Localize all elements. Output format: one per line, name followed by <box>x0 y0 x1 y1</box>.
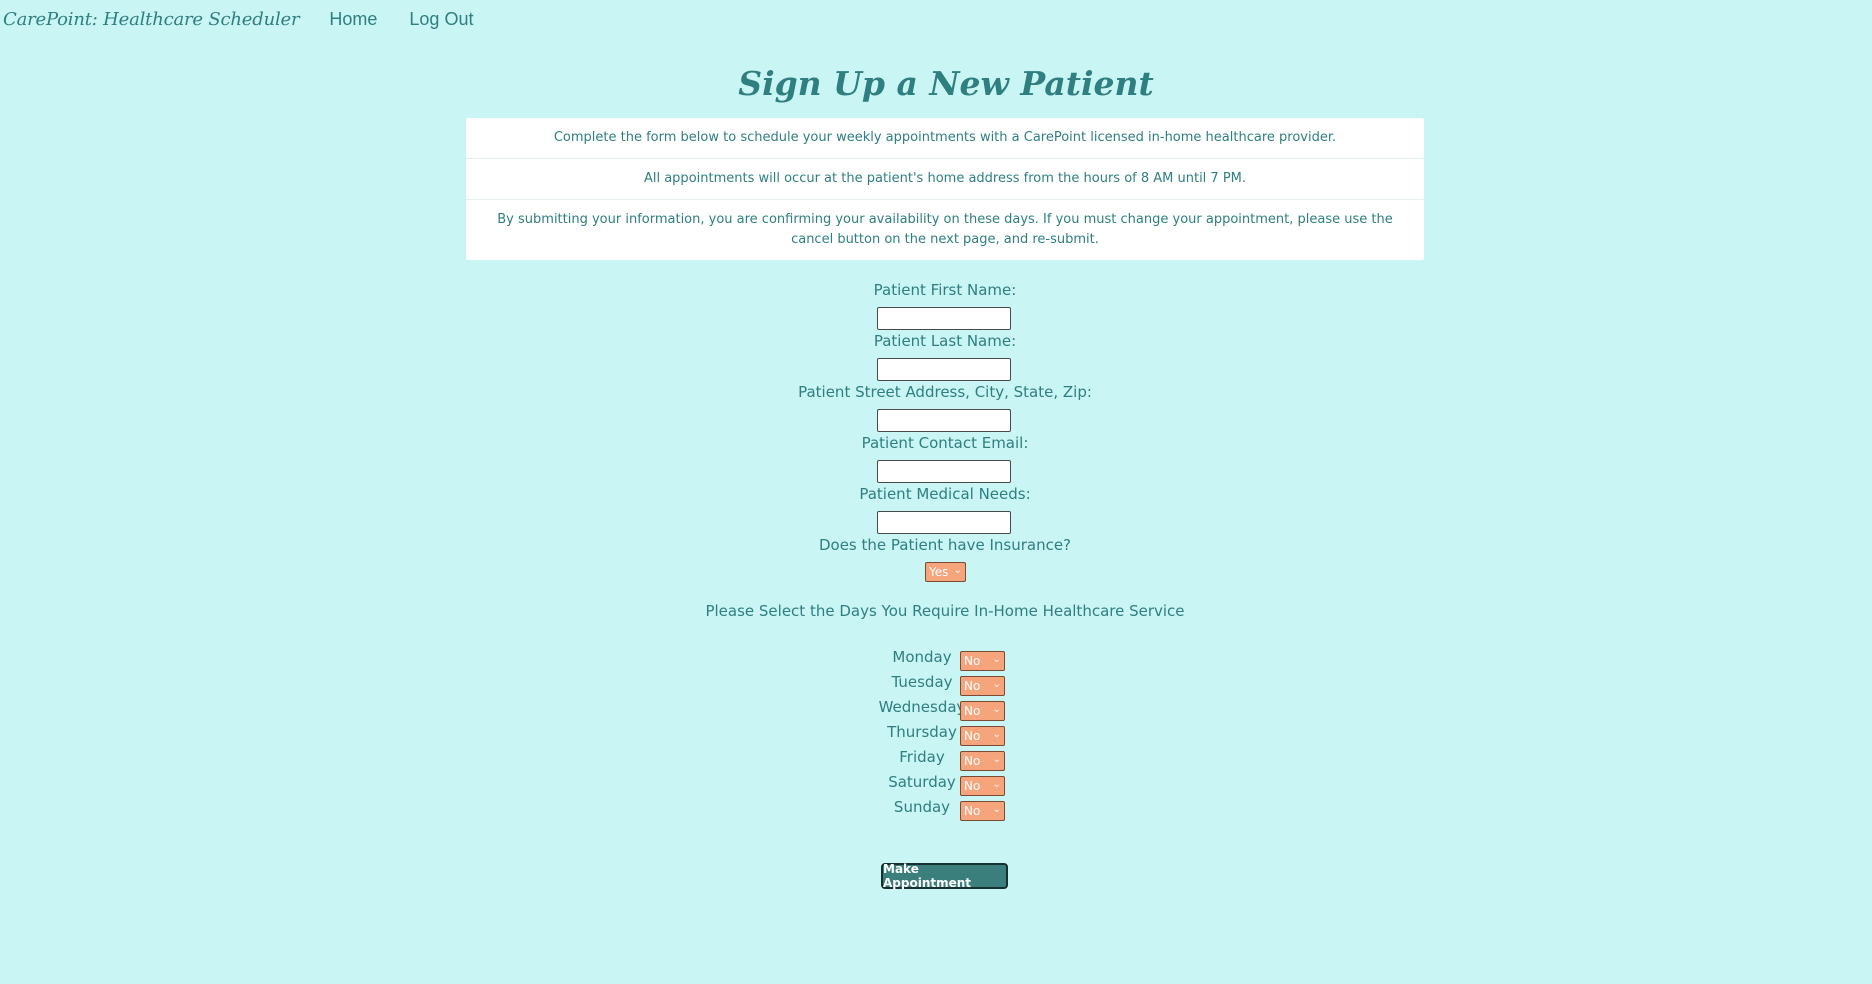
day-select-value: No <box>964 754 981 768</box>
day-select-value: No <box>964 654 981 668</box>
navbar: CarePoint: Healthcare Scheduler Home Log… <box>0 0 505 38</box>
address-label: Patient Street Address, City, State, Zip… <box>798 383 1092 401</box>
day-select-value: No <box>964 729 981 743</box>
day-label-wednesday: Wednesday <box>878 698 966 716</box>
nav-link-logout[interactable]: Log Out <box>409 9 473 30</box>
insurance-label: Does the Patient have Insurance? <box>818 536 1072 554</box>
chevron-down-icon: ⌄ <box>992 779 1001 790</box>
last-name-label: Patient Last Name: <box>873 332 1017 350</box>
chevron-down-icon: ⌄ <box>992 704 1001 715</box>
day-label-thursday: Thursday <box>887 723 957 741</box>
day-label-monday: Monday <box>892 648 952 666</box>
info-text-schedule: Complete the form below to schedule your… <box>466 118 1424 159</box>
insurance-select[interactable]: Yes ⌄ <box>925 562 966 582</box>
email-input[interactable] <box>877 460 1011 483</box>
day-select-monday[interactable]: No ⌄ <box>960 651 1005 671</box>
day-select-thursday[interactable]: No ⌄ <box>960 726 1005 746</box>
medical-needs-input[interactable] <box>877 511 1011 534</box>
day-select-value: No <box>964 704 981 718</box>
medical-needs-label: Patient Medical Needs: <box>859 485 1031 503</box>
email-label: Patient Contact Email: <box>861 434 1029 452</box>
day-select-wednesday[interactable]: No ⌄ <box>960 701 1005 721</box>
chevron-down-icon: ⌄ <box>992 654 1001 665</box>
info-box: Complete the form below to schedule your… <box>466 118 1424 260</box>
chevron-down-icon: ⌄ <box>992 729 1001 740</box>
day-label-friday: Friday <box>899 748 945 766</box>
day-select-saturday[interactable]: No ⌄ <box>960 776 1005 796</box>
nav-link-home[interactable]: Home <box>329 9 377 30</box>
info-text-hours: All appointments will occur at the patie… <box>466 159 1424 200</box>
chevron-down-icon: ⌄ <box>992 679 1001 690</box>
day-select-tuesday[interactable]: No ⌄ <box>960 676 1005 696</box>
day-select-value: No <box>964 679 981 693</box>
page-title: Sign Up a New Patient <box>738 64 1154 103</box>
day-label-saturday: Saturday <box>888 773 956 791</box>
last-name-input[interactable] <box>877 358 1011 381</box>
day-select-value: No <box>964 804 981 818</box>
info-text-confirmation: By submitting your information, you are … <box>497 212 1393 247</box>
chevron-down-icon: ⌄ <box>992 754 1001 765</box>
chevron-down-icon: ⌄ <box>953 565 962 576</box>
insurance-select-value: Yes <box>929 565 949 579</box>
day-label-sunday: Sunday <box>893 798 951 816</box>
day-label-tuesday: Tuesday <box>891 673 953 691</box>
brand-logo-text[interactable]: CarePoint: Healthcare Scheduler <box>3 9 300 30</box>
address-input[interactable] <box>877 409 1011 432</box>
day-select-friday[interactable]: No ⌄ <box>960 751 1005 771</box>
chevron-down-icon: ⌄ <box>992 804 1001 815</box>
day-select-sunday[interactable]: No ⌄ <box>960 801 1005 821</box>
days-heading: Please Select the Days You Require In-Ho… <box>705 602 1185 620</box>
first-name-label: Patient First Name: <box>873 281 1017 299</box>
make-appointment-button[interactable]: Make Appointment <box>881 862 1008 890</box>
first-name-input[interactable] <box>877 307 1011 330</box>
day-select-value: No <box>964 779 981 793</box>
